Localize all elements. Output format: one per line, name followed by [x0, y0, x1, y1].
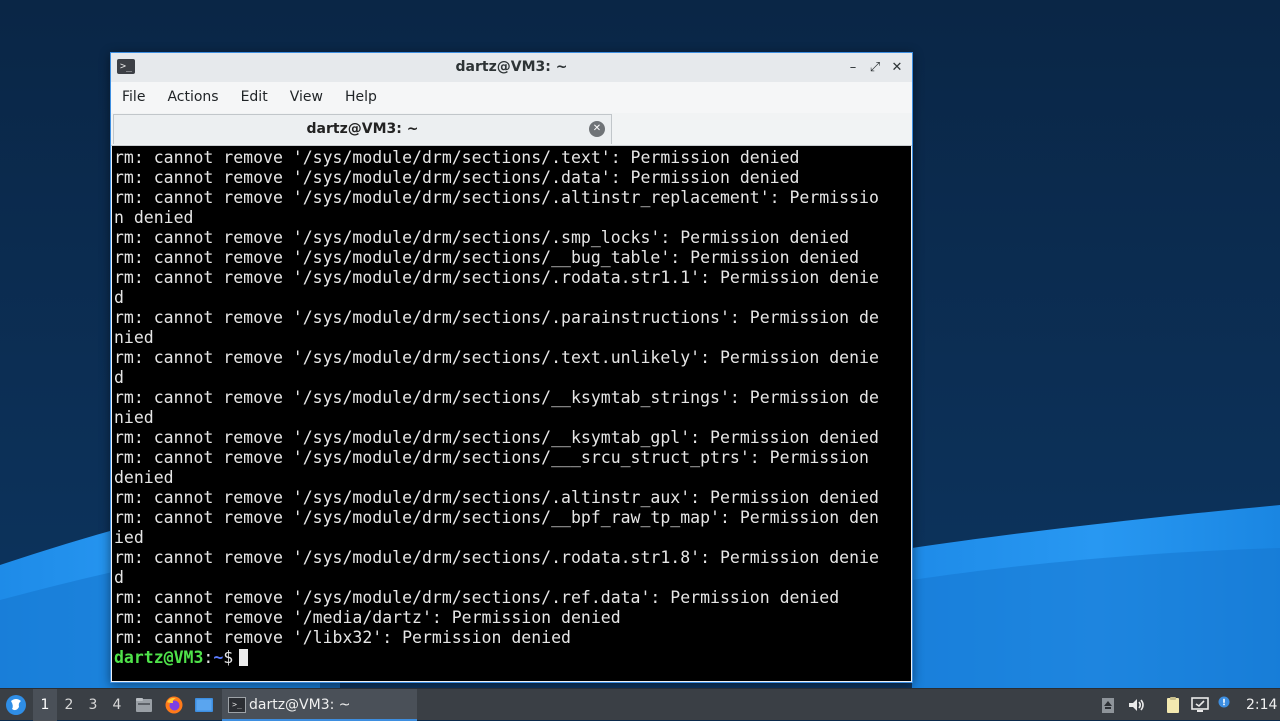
terminal-line: d	[114, 568, 124, 587]
menu-actions[interactable]: Actions	[156, 82, 229, 113]
terminal-lines: rm: cannot remove '/sys/module/drm/secti…	[114, 148, 911, 648]
notification-icon[interactable]	[1216, 695, 1236, 715]
volume-icon[interactable]	[1126, 695, 1146, 715]
terminal-line: rm: cannot remove '/sys/module/drm/secti…	[114, 548, 879, 567]
desktop-icon[interactable]	[194, 695, 214, 715]
workspace-4[interactable]: 4	[105, 689, 129, 721]
window-title: dartz@VM3: ~	[455, 59, 568, 75]
terminal-line: rm: cannot remove '/sys/module/drm/secti…	[114, 308, 879, 327]
terminal-line: rm: cannot remove '/sys/module/drm/secti…	[114, 488, 879, 507]
clipboard-icon[interactable]	[1163, 695, 1183, 715]
terminal-line: nied	[114, 408, 154, 427]
terminal-window[interactable]: >_ dartz@VM3: ~ – ⤢ ✕ File Actions Edit …	[110, 52, 913, 683]
menu-edit[interactable]: Edit	[230, 82, 279, 113]
task-label: dartz@VM3: ~	[249, 697, 351, 713]
prompt-path: ~	[213, 648, 224, 667]
workspace-2[interactable]: 2	[57, 689, 81, 721]
file-manager-icon[interactable]	[134, 695, 154, 715]
terminal-line: rm: cannot remove '/libx32': Permission …	[114, 628, 571, 647]
tab-terminal[interactable]: dartz@VM3: ~ ✕	[113, 114, 612, 144]
terminal-line: rm: cannot remove '/sys/module/drm/secti…	[114, 448, 869, 467]
start-menu-icon[interactable]	[5, 694, 27, 716]
terminal-line: rm: cannot remove '/sys/module/drm/secti…	[114, 148, 800, 167]
prompt-user-host: dartz@VM3	[114, 648, 204, 667]
tab-close-icon[interactable]: ✕	[589, 121, 605, 137]
terminal-output[interactable]: rm: cannot remove '/sys/module/drm/secti…	[112, 146, 911, 681]
terminal-line: rm: cannot remove '/sys/module/drm/secti…	[114, 588, 840, 607]
taskbar-task-terminal[interactable]: >_ dartz@VM3: ~	[222, 689, 417, 721]
menu-bar: File Actions Edit View Help	[111, 82, 912, 113]
terminal-line: rm: cannot remove '/sys/module/drm/secti…	[114, 268, 879, 287]
terminal-line: rm: cannot remove '/sys/module/drm/secti…	[114, 508, 879, 527]
workspace-3[interactable]: 3	[81, 689, 105, 721]
prompt-separator: :	[203, 648, 214, 667]
terminal-line: rm: cannot remove '/sys/module/drm/secti…	[114, 348, 879, 367]
workspace-1[interactable]: 1	[33, 689, 57, 721]
terminal-line: denied	[114, 468, 174, 487]
clock: 2:14	[1246, 697, 1278, 713]
prompt-symbol: $	[223, 648, 234, 667]
terminal-line: nied	[114, 328, 154, 347]
menu-file[interactable]: File	[111, 82, 156, 113]
window-titlebar[interactable]: >_ dartz@VM3: ~ – ⤢ ✕	[111, 53, 912, 83]
terminal-line: rm: cannot remove '/sys/module/drm/secti…	[114, 228, 850, 247]
terminal-line: rm: cannot remove '/sys/module/drm/secti…	[114, 428, 879, 447]
close-button[interactable]: ✕	[888, 59, 906, 77]
text-cursor	[239, 649, 249, 666]
terminal-line: d	[114, 368, 124, 387]
workspace-switcher: 1 2 3 4	[33, 689, 129, 721]
terminal-line: d	[114, 288, 124, 307]
menu-view[interactable]: View	[279, 82, 334, 113]
terminal-line: rm: cannot remove '/sys/module/drm/secti…	[114, 168, 800, 187]
trash-icon[interactable]	[1098, 695, 1118, 715]
menu-help[interactable]: Help	[334, 82, 388, 113]
terminal-line: ied	[114, 528, 144, 547]
terminal-line: rm: cannot remove '/sys/module/drm/secti…	[114, 188, 879, 207]
minimize-button[interactable]: –	[844, 59, 862, 77]
terminal-prompt-line: dartz@VM3:~$	[114, 648, 911, 668]
window-controls: – ⤢ ✕	[844, 53, 906, 82]
task-terminal-icon: >_	[228, 697, 246, 713]
terminal-line: rm: cannot remove '/sys/module/drm/secti…	[114, 388, 879, 407]
taskbar: 1 2 3 4 >_ dartz@VM3: ~ 2:14	[0, 688, 1280, 721]
terminal-line: rm: cannot remove '/sys/module/drm/secti…	[114, 248, 860, 267]
tab-label: dartz@VM3: ~	[306, 121, 419, 137]
terminal-line: rm: cannot remove '/media/dartz': Permis…	[114, 608, 621, 627]
tab-bar: dartz@VM3: ~ ✕	[111, 113, 912, 146]
terminal-line: n denied	[114, 208, 194, 227]
maximize-button[interactable]: ⤢	[866, 59, 884, 77]
firefox-icon[interactable]	[164, 695, 184, 715]
network-icon[interactable]	[1190, 695, 1210, 715]
